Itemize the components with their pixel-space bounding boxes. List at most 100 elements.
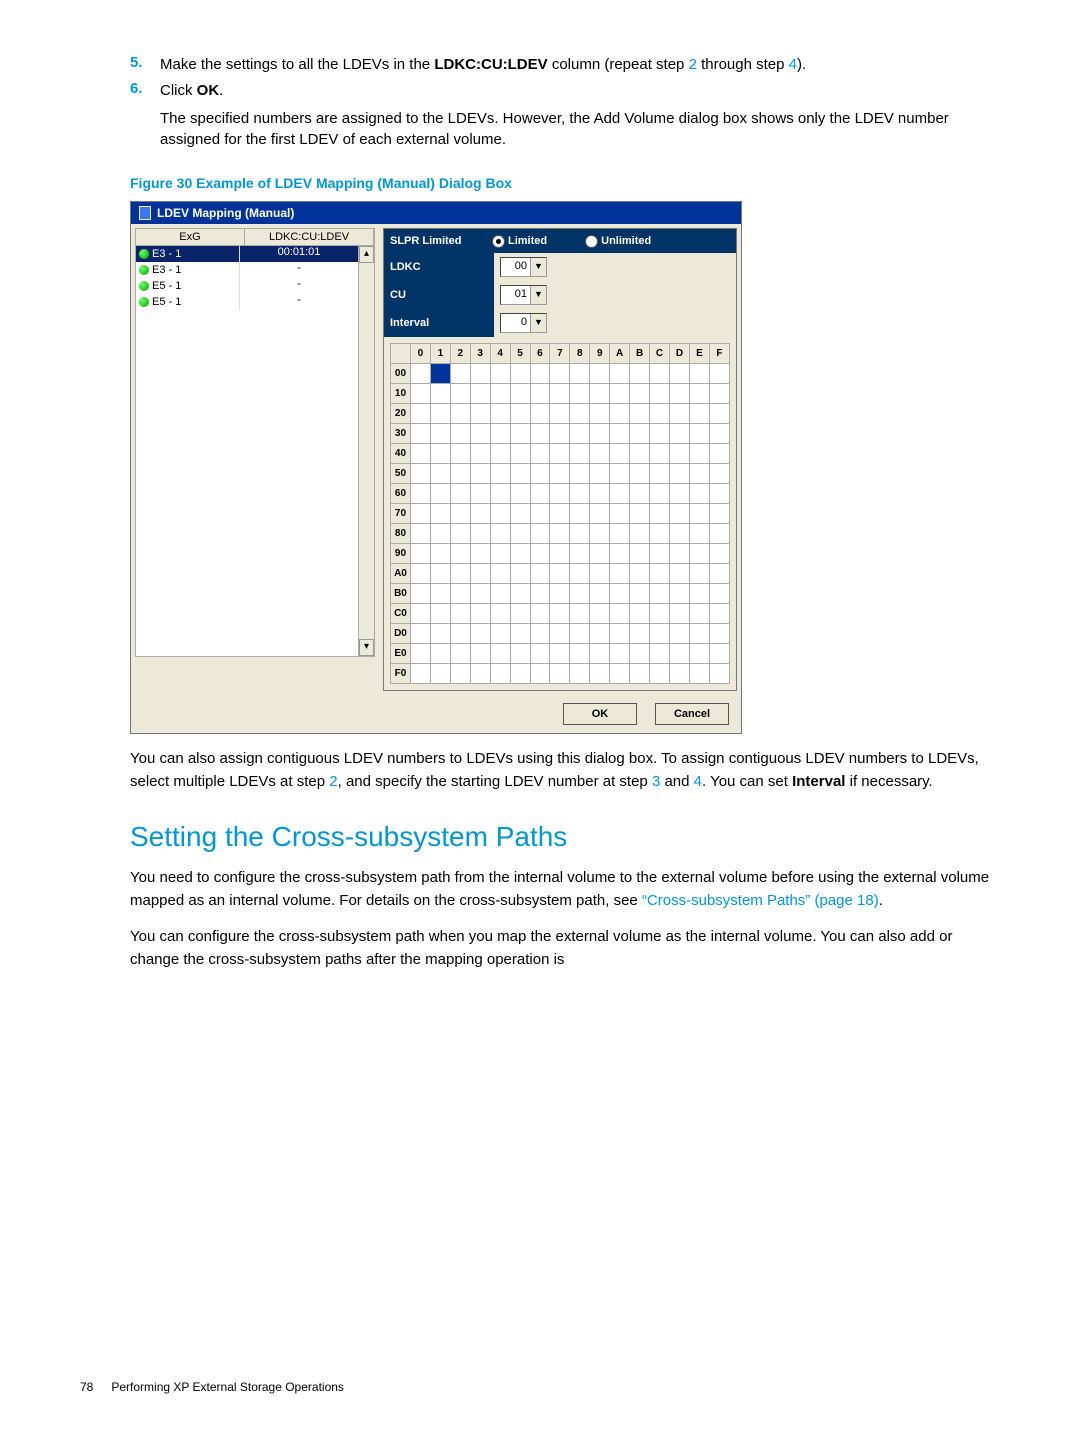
grid-cell[interactable] [430,584,450,604]
grid-cell[interactable] [610,624,630,644]
grid-cell[interactable] [650,424,670,444]
ldev-grid[interactable]: 0123456789ABCDEF00102030405060708090A0B0… [390,343,730,684]
grid-cell[interactable] [570,404,590,424]
grid-cell[interactable] [650,464,670,484]
grid-cell[interactable] [430,524,450,544]
grid-cell[interactable] [630,384,650,404]
grid-cell[interactable] [670,384,690,404]
grid-cell[interactable] [650,484,670,504]
grid-cell[interactable] [570,444,590,464]
grid-cell[interactable] [470,464,490,484]
grid-cell[interactable] [450,664,470,684]
grid-cell[interactable] [709,604,729,624]
grid-cell[interactable] [570,544,590,564]
grid-cell[interactable] [510,484,530,504]
grid-cell[interactable] [430,624,450,644]
grid-cell[interactable] [490,624,510,644]
grid-cell[interactable] [510,504,530,524]
grid-cell[interactable] [490,584,510,604]
grid-cell[interactable] [610,484,630,504]
grid-cell[interactable] [510,444,530,464]
xref-step-2[interactable]: 2 [689,56,697,73]
grid-cell[interactable] [410,544,430,564]
grid-cell[interactable] [530,504,550,524]
grid-cell[interactable] [530,384,550,404]
grid-cell[interactable] [530,604,550,624]
grid-cell[interactable] [709,444,729,464]
grid-cell[interactable] [510,584,530,604]
grid-cell[interactable] [610,664,630,684]
grid-cell[interactable] [630,544,650,564]
grid-cell[interactable] [689,664,709,684]
grid-cell[interactable] [470,404,490,424]
grid-cell[interactable] [630,464,650,484]
grid-cell[interactable] [410,464,430,484]
grid-cell[interactable] [570,424,590,444]
grid-cell[interactable] [689,504,709,524]
grid-cell[interactable] [610,444,630,464]
grid-cell[interactable] [530,484,550,504]
grid-cell[interactable] [590,444,610,464]
grid-cell[interactable] [490,504,510,524]
interval-select[interactable]: 0▼ [500,313,547,333]
cu-select[interactable]: 01▼ [500,285,547,305]
grid-cell[interactable] [630,484,650,504]
grid-cell[interactable] [570,464,590,484]
grid-cell[interactable] [430,604,450,624]
grid-cell[interactable] [470,504,490,524]
grid-cell[interactable] [630,664,650,684]
grid-cell[interactable] [450,504,470,524]
grid-cell[interactable] [470,664,490,684]
grid-cell[interactable] [430,444,450,464]
grid-cell[interactable] [570,664,590,684]
grid-cell[interactable] [590,524,610,544]
grid-cell[interactable] [410,664,430,684]
grid-cell[interactable] [610,604,630,624]
grid-cell[interactable] [550,644,570,664]
grid-cell[interactable] [650,504,670,524]
grid-cell[interactable] [650,644,670,664]
grid-cell[interactable] [590,464,610,484]
grid-cell[interactable] [450,464,470,484]
grid-cell[interactable] [590,484,610,504]
grid-cell[interactable] [610,584,630,604]
grid-cell[interactable] [590,564,610,584]
grid-cell[interactable] [410,604,430,624]
grid-cell[interactable] [570,364,590,384]
grid-cell[interactable] [590,384,610,404]
grid-cell[interactable] [450,564,470,584]
grid-cell[interactable] [490,404,510,424]
grid-cell[interactable] [709,384,729,404]
grid-cell[interactable] [430,364,450,384]
grid-cell[interactable] [670,624,690,644]
grid-cell[interactable] [689,524,709,544]
grid-cell[interactable] [470,424,490,444]
grid-cell[interactable] [510,664,530,684]
grid-cell[interactable] [530,664,550,684]
grid-cell[interactable] [470,564,490,584]
radio-unlimited[interactable]: Unlimited [585,235,651,248]
grid-cell[interactable] [450,404,470,424]
grid-cell[interactable] [430,564,450,584]
grid-cell[interactable] [510,524,530,544]
grid-cell[interactable] [689,444,709,464]
grid-cell[interactable] [630,644,650,664]
grid-cell[interactable] [470,484,490,504]
grid-cell[interactable] [470,584,490,604]
grid-cell[interactable] [430,404,450,424]
grid-cell[interactable] [450,364,470,384]
grid-cell[interactable] [650,384,670,404]
grid-cell[interactable] [709,364,729,384]
grid-cell[interactable] [490,524,510,544]
grid-cell[interactable] [410,364,430,384]
grid-cell[interactable] [689,624,709,644]
grid-cell[interactable] [530,444,550,464]
grid-cell[interactable] [670,564,690,584]
grid-cell[interactable] [590,544,610,564]
grid-cell[interactable] [430,544,450,564]
grid-cell[interactable] [630,424,650,444]
grid-cell[interactable] [410,624,430,644]
grid-cell[interactable] [650,444,670,464]
grid-cell[interactable] [550,364,570,384]
grid-cell[interactable] [630,604,650,624]
